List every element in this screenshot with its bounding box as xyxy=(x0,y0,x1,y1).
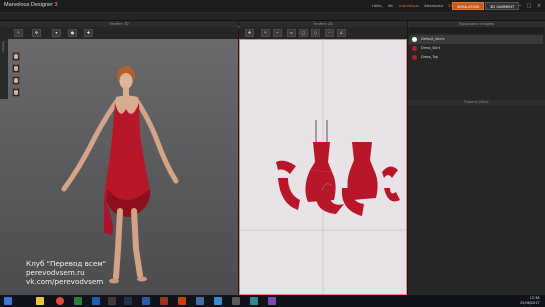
window-3d: Fenêtre 3D ↖ ✥ ▾ ● ✚ Library Клуб "Перев… xyxy=(0,21,238,295)
fabric-list: Default_fabric Dress_Skirt Dress_Top xyxy=(410,35,543,62)
app-icon[interactable] xyxy=(142,297,150,305)
segment-icon[interactable]: ⌐ xyxy=(273,29,282,37)
license-type: Advanced xyxy=(424,3,443,8)
fold-icon[interactable]: ∠ xyxy=(337,29,346,37)
app-name: Marvelous xyxy=(4,2,30,8)
fabric-swatch-icon xyxy=(412,46,417,51)
list-item-label: Dress_Skirt xyxy=(421,46,441,50)
app-icon[interactable] xyxy=(268,297,276,305)
watermark-line-2: perevodvsem.ru xyxy=(26,268,85,277)
edit-pattern-icon[interactable]: ↖ xyxy=(261,29,270,37)
app-icon[interactable] xyxy=(232,297,240,305)
system-clock[interactable]: 12:38 25/06/2017 xyxy=(520,296,540,305)
user-name[interactable]: marvelous xyxy=(399,3,419,8)
tab-simulation[interactable]: SIMULATION xyxy=(452,2,485,10)
pattern-ruffle xyxy=(278,178,300,210)
app-suffix: Designer xyxy=(30,2,53,8)
clock-date: 25/06/2017 xyxy=(520,300,540,305)
toolbar-2d: ✥ ↖ ⌐ ▭ □ ○ ⋯ ∠ xyxy=(239,27,407,39)
title-bar: Marvelous Designer 3 Hello, Mr. marvelou… xyxy=(0,0,545,13)
select-icon[interactable]: ↖ xyxy=(14,29,23,37)
list-item-label: Dress_Top xyxy=(421,55,438,59)
minimize-icon[interactable]: – xyxy=(516,2,524,10)
explorer-icon[interactable] xyxy=(36,297,44,305)
pattern-canvas[interactable] xyxy=(239,39,407,295)
right-panels: Explorateur d'objets SCENE FABRIC BUTTON… xyxy=(408,21,545,295)
app-icon[interactable] xyxy=(250,297,258,305)
photoshop-icon[interactable] xyxy=(124,297,132,305)
app-icon[interactable] xyxy=(160,297,168,305)
user-title: Mr. xyxy=(388,3,394,8)
pattern-ruffle xyxy=(276,160,296,174)
object-browser-tabs: SCENE FABRIC BUTTONS BUTTONHOLES PINS xyxy=(409,27,544,44)
excel-icon[interactable] xyxy=(74,297,82,305)
watermark-line-3: vk.com/perevodvsem xyxy=(26,277,104,286)
avatar-tool-icon[interactable]: ● xyxy=(68,29,77,37)
viewport-3d[interactable]: Library Клуб "Перевод всем" perevodvsem.… xyxy=(0,39,238,295)
polygon-icon[interactable]: ▭ xyxy=(287,29,296,37)
avatar-figure[interactable] xyxy=(0,39,238,295)
greeting: Hello, xyxy=(372,3,383,8)
fabric-swatch-icon xyxy=(412,55,417,60)
toolbar-3d: ↖ ✥ ▾ ● ✚ xyxy=(0,27,238,39)
close-icon[interactable]: × xyxy=(535,2,543,10)
window-2d: Fenêtre 2D ✥ ↖ ⌐ ▭ □ ○ ⋯ ∠ xyxy=(239,21,407,295)
property-editor-title: Property Editor xyxy=(408,100,545,105)
app-icon[interactable] xyxy=(214,297,222,305)
garment-icon[interactable]: ▾ xyxy=(52,29,61,37)
transform-icon[interactable]: ✥ xyxy=(245,29,254,37)
pattern-ruffle xyxy=(382,166,398,178)
app-version: 3 xyxy=(54,2,58,8)
maximize-icon[interactable]: □ xyxy=(525,2,533,10)
watermark-line-1: Клуб "Перевод всем" xyxy=(26,259,107,268)
app-icon[interactable] xyxy=(196,297,204,305)
pattern-pieces xyxy=(240,40,406,294)
list-item[interactable]: Dress_Top xyxy=(410,53,543,62)
list-item[interactable]: Dress_Skirt xyxy=(410,44,543,53)
pattern-bodice-left xyxy=(305,120,336,202)
app-logo: Marvelous Designer 3 xyxy=(4,2,58,8)
pattern-ruffle xyxy=(384,188,400,202)
list-item[interactable]: Default_fabric xyxy=(410,35,543,44)
pattern-bodice-right xyxy=(347,142,378,200)
chrome-icon[interactable] xyxy=(56,297,64,305)
taskbar: 12:38 25/06/2017 xyxy=(0,295,545,307)
word-icon[interactable] xyxy=(92,297,100,305)
start-icon[interactable] xyxy=(4,297,12,305)
marvelous-icon[interactable] xyxy=(178,297,186,305)
fabric-swatch-icon xyxy=(412,37,417,42)
menu-bar: Fichier Editer Vêtement Avatar Fibres En… xyxy=(0,13,545,29)
circle-icon[interactable]: ○ xyxy=(311,29,320,37)
app-icon[interactable] xyxy=(108,297,116,305)
pin-icon[interactable]: ✚ xyxy=(84,29,93,37)
watermark: Клуб "Перевод всем" perevodvsem.ru vk.co… xyxy=(26,259,106,286)
move-icon[interactable]: ✥ xyxy=(32,29,41,37)
tab-3d-garment[interactable]: 3D GARMENT xyxy=(485,2,520,10)
seam-icon[interactable]: ⋯ xyxy=(325,29,334,37)
list-item-label: Default_fabric xyxy=(421,37,445,41)
rectangle-icon[interactable]: □ xyxy=(299,29,308,37)
